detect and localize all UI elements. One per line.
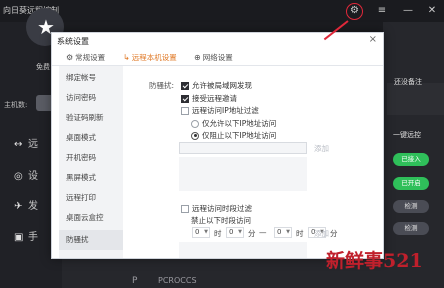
detect-button[interactable]: 检测 (393, 200, 429, 213)
watermark: 新鲜事521 (326, 250, 423, 272)
ip-address-input[interactable] (179, 142, 307, 154)
nav-item-remote[interactable]: ↔ 远 (14, 135, 38, 150)
checkbox-checked[interactable] (181, 81, 189, 90)
device-icon: ◎ (14, 171, 23, 182)
nav-item-discover[interactable]: ✈ 发 (14, 197, 38, 212)
detect-button[interactable]: 检测 (393, 222, 429, 235)
sidebar-item-black-screen[interactable]: 黑屏模式 (66, 172, 96, 183)
radio-selected[interactable] (191, 131, 199, 140)
checkbox-checked[interactable] (181, 94, 189, 103)
nav-label: 发 (28, 201, 38, 212)
chevron-down-icon: ▼ (204, 229, 208, 235)
sidebar-item-code-refresh[interactable]: 验证码刷新 (66, 112, 104, 123)
tab-label: 常规设置 (75, 53, 106, 62)
status-pill-enabled[interactable]: 已开启 (393, 177, 429, 190)
time-period-list[interactable] (179, 242, 307, 258)
gear-icon: ⚙ (66, 53, 74, 62)
minimize-icon[interactable]: — (400, 3, 416, 19)
option-label: 仅允许以下IP地址访问 (202, 119, 277, 128)
bottom-device-name: PCROCCS (158, 276, 197, 285)
add-time-button[interactable]: 添加 (314, 228, 329, 239)
option-label: 仅阻止以下IP地址访问 (202, 131, 277, 140)
status-pill-connected[interactable]: 已接入 (393, 153, 429, 166)
option-label: 接受远程邀请 (192, 94, 237, 103)
select-value: 0 (277, 228, 282, 236)
add-ip-button[interactable]: 添加 (314, 143, 329, 154)
remark-text[interactable]: 还没备注 (394, 77, 422, 87)
sidebar-item-access-password[interactable]: 访问密码 (66, 92, 96, 103)
forbid-time-label: 禁止以下时段访问 (191, 216, 251, 225)
end-hour-select[interactable]: 0 ▼ (274, 227, 292, 238)
start-minute-select[interactable]: 0 ▼ (226, 227, 244, 238)
sidebar-item-remote-print[interactable]: 远程打印 (66, 192, 96, 203)
settings-gear-icon[interactable]: ⚙ (346, 3, 363, 20)
option-label: 远程访问IP地址过滤 (192, 106, 259, 115)
tab-bar: ⚙ 常规设置 ↳ 远程本机设置 ⊕ 网络设置 (52, 49, 383, 66)
host-count-label: 主机数: (4, 101, 28, 109)
radio[interactable] (191, 119, 199, 128)
tab-remote-local[interactable]: ↳ 远程本机设置 (123, 52, 177, 63)
nav-label: 远 (28, 139, 38, 150)
tab-general[interactable]: ⚙ 常规设置 (66, 52, 105, 63)
checkbox[interactable] (181, 106, 189, 115)
nav-label: 手 (28, 232, 38, 243)
close-window-icon[interactable]: ✕ (424, 3, 440, 19)
select-value: 0 (229, 228, 234, 236)
menu-icon[interactable]: ≡ (374, 3, 390, 19)
allow-lan-option[interactable]: 允许被局域网发现 (181, 80, 252, 91)
anti-harassment-label: 防骚扰: (149, 81, 175, 90)
time-filter-option[interactable]: 远程访问时段过滤 (181, 203, 252, 214)
bottom-prefix: P (132, 276, 138, 286)
option-label: 远程访问时段过滤 (192, 204, 252, 213)
settings-sidebar: 绑定帐号 访问密码 验证码刷新 桌面模式 开机密码 黑屏模式 远程打印 桌面云盒… (59, 66, 123, 258)
block-ip-only-option[interactable]: 仅阻止以下IP地址访问 (191, 130, 276, 141)
chevron-down-icon: ▼ (238, 229, 242, 235)
sidebar-item-bind-account[interactable]: 绑定帐号 (66, 72, 96, 83)
sidebar-item-desktop-mode[interactable]: 桌面模式 (66, 132, 96, 143)
tab-network[interactable]: ⊕ 网络设置 (194, 52, 233, 63)
sidebar-item-desktop-cloud[interactable]: 桌面云盒控 (66, 212, 104, 223)
chevron-down-icon: ▼ (286, 229, 290, 235)
tab-label: 远程本机设置 (131, 53, 177, 62)
minute-unit: 分 (330, 229, 338, 238)
remote-arrow-icon: ↳ (123, 53, 130, 62)
dialog-title: 系统设置 (57, 37, 89, 46)
allow-ip-only-option[interactable]: 仅允许以下IP地址访问 (191, 118, 276, 129)
mobile-icon: ▣ (14, 232, 24, 243)
system-settings-dialog: 系统设置 × ⚙ 常规设置 ↳ 远程本机设置 ⊕ 网络设置 绑定帐号 访问密码 验证码… (51, 32, 384, 259)
time-range-dash: — (259, 228, 267, 237)
remark-box (387, 83, 444, 115)
remote-icon: ↔ (14, 139, 23, 150)
tab-label: 网络设置 (202, 53, 233, 62)
nav-label: 设 (28, 171, 38, 182)
network-icon: ⊕ (194, 53, 201, 62)
dialog-close-icon[interactable]: × (369, 34, 377, 45)
ip-address-list[interactable] (179, 157, 307, 191)
sidebar-item-boot-password[interactable]: 开机密码 (66, 152, 96, 163)
minute-unit: 分 (248, 229, 256, 238)
nav-item-mobile[interactable]: ▣ 手 (14, 228, 38, 243)
one-key-control-label: 一键远控 (393, 131, 421, 139)
account-type-badge: 免费 (36, 63, 50, 71)
select-value: 0 (195, 228, 200, 236)
option-label: 允许被局域网发现 (192, 81, 252, 90)
checkbox[interactable] (181, 204, 189, 213)
ip-filter-option[interactable]: 远程访问IP地址过滤 (181, 105, 259, 116)
start-hour-select[interactable]: 0 ▼ (192, 227, 210, 238)
sidebar-item-anti-harassment[interactable]: 防骚扰 (66, 234, 89, 245)
accept-invite-option[interactable]: 接受远程邀请 (181, 93, 237, 104)
hour-unit: 时 (214, 229, 222, 238)
discover-icon: ✈ (14, 201, 23, 212)
nav-item-device[interactable]: ◎ 设 (14, 167, 38, 182)
hour-unit: 时 (296, 229, 304, 238)
